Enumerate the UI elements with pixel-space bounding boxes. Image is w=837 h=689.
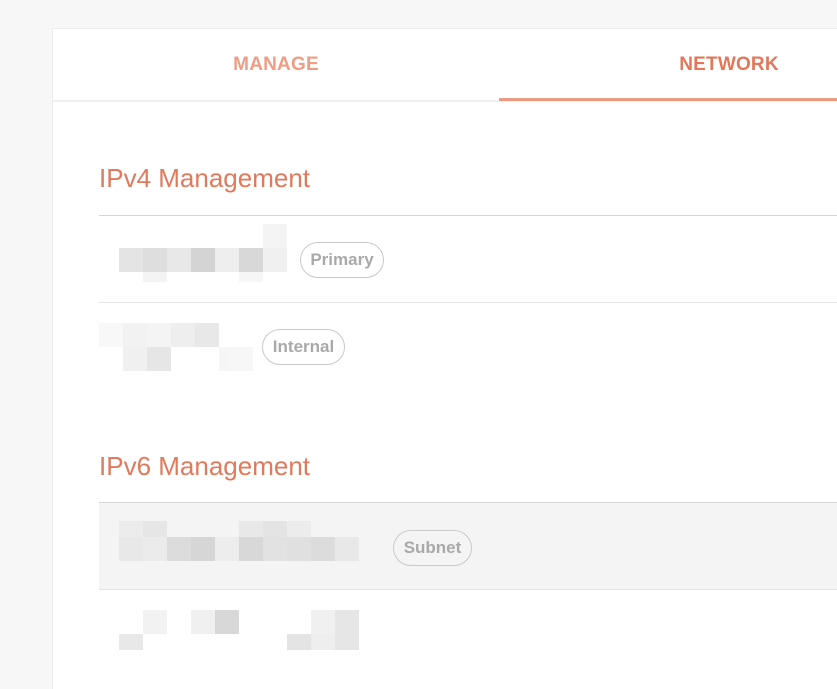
ipv6-section-title: IPv6 Management	[99, 451, 311, 481]
ipv4-section-title: IPv4 Management	[99, 163, 311, 193]
ipv6-address-row-2[interactable]	[99, 590, 837, 689]
ipv4-address-row-2[interactable]: Internal	[99, 303, 837, 389]
ipv6-address-row-1[interactable]: Subnet	[99, 503, 837, 589]
network-card: MANAGE NETWORK IPv4 Management Primary I…	[52, 28, 837, 689]
active-tab-indicator	[499, 98, 837, 101]
ipv4-address-row-1[interactable]: Primary	[99, 216, 837, 302]
tab-bar: MANAGE NETWORK	[53, 29, 837, 102]
internal-badge: Internal	[262, 329, 345, 365]
tab-manage[interactable]: MANAGE	[53, 29, 499, 100]
subnet-badge: Subnet	[393, 530, 472, 566]
tab-network[interactable]: NETWORK	[499, 29, 837, 100]
primary-badge: Primary	[300, 242, 384, 278]
